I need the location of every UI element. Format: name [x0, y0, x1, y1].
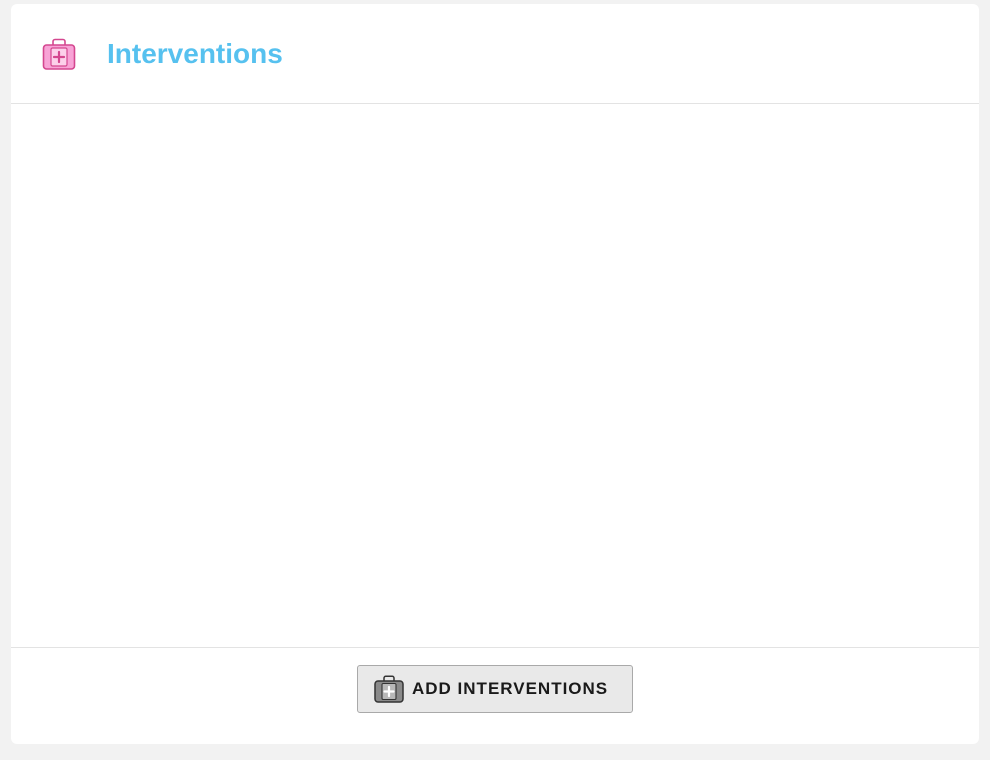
card-footer: ADD INTERVENTIONS	[11, 647, 979, 744]
first-aid-kit-icon	[374, 675, 404, 703]
add-interventions-button-label: ADD INTERVENTIONS	[412, 679, 609, 698]
add-interventions-button[interactable]: ADD INTERVENTIONS	[357, 665, 633, 713]
page-title: Interventions	[107, 38, 283, 69]
first-aid-kit-icon	[42, 38, 76, 70]
card-header: Interventions	[11, 4, 979, 104]
interventions-list-area	[11, 104, 979, 647]
interventions-card: Interventions ADD INTERVENTIONS	[11, 4, 979, 744]
